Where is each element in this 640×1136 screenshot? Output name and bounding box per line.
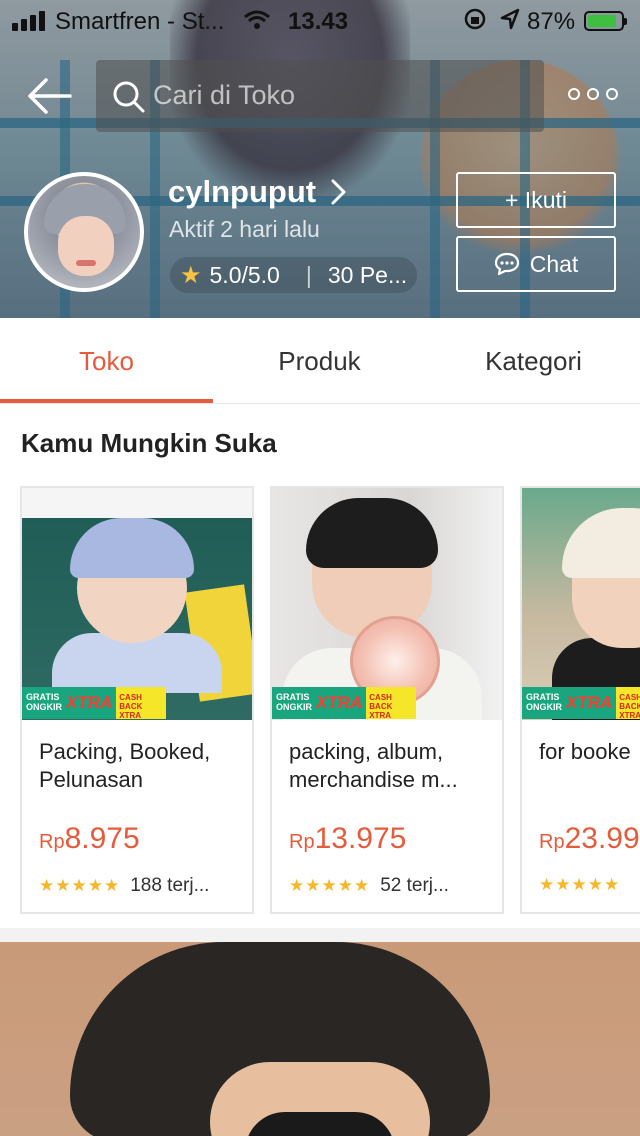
shop-search-bar[interactable]: Cari di Toko — [96, 60, 544, 132]
follow-button[interactable]: + Ikuti — [456, 172, 616, 228]
product-name: packing, album, merchandise m... — [289, 739, 458, 792]
rating-stars: ★★★★★ — [539, 875, 621, 894]
product-carousel[interactable]: GRATIS ONGKIR XTRA CASH BACK XTRA Packin… — [20, 486, 640, 916]
follow-label: + Ikuti — [504, 186, 567, 213]
product-name: for booke — [539, 739, 631, 764]
product-price: Rp8.975 — [39, 822, 140, 855]
product-price: Rp13.975 — [289, 822, 407, 855]
product-count: 30 Pe... — [327, 261, 408, 288]
rating-value: 5.0/5.0 — [209, 261, 280, 288]
wifi-icon — [244, 9, 270, 37]
signal-icon — [12, 11, 45, 31]
product-card[interactable]: GRATIS ONGKIR XTRA CASH BACK XTRA for bo… — [520, 486, 640, 914]
active-tab-indicator — [0, 399, 213, 403]
product-image — [22, 488, 252, 720]
sold-count: 188 terj... — [130, 875, 210, 896]
more-options-button[interactable] — [568, 88, 618, 100]
battery-percent: 87% — [527, 8, 576, 35]
product-rating-row: ★★★★★ 188 terj... — [39, 875, 209, 897]
shop-avatar[interactable] — [24, 172, 144, 292]
location-icon — [500, 8, 520, 37]
chat-icon — [494, 252, 519, 276]
product-price: Rp23.99 — [539, 822, 640, 855]
divider: | — [305, 261, 312, 288]
product-name: Packing, Booked, Pelunasan — [39, 739, 211, 792]
section-divider — [0, 928, 640, 942]
tab-kategori[interactable]: Kategori — [427, 318, 640, 404]
search-icon — [113, 81, 145, 113]
product-rating-row: ★★★★★ — [539, 875, 630, 895]
rating-stars: ★★★★★ — [39, 876, 121, 895]
status-bar: Smartfren - St... 13.43 87% — [0, 0, 640, 40]
back-button[interactable] — [26, 76, 74, 116]
shop-name-link[interactable]: cylnpuput — [168, 174, 348, 210]
clock: 13.43 — [288, 8, 349, 35]
free-shipping-badge: GRATIS ONGKIR XTRA CASH BACK XTRA — [272, 687, 417, 720]
more-icon — [568, 88, 580, 100]
section-title: Kamu Mungkin Suka — [21, 428, 277, 458]
shop-tabs: Toko Produk Kategori — [0, 318, 640, 404]
product-image — [272, 488, 502, 720]
shop-banner-image[interactable] — [0, 942, 640, 1136]
last-active-text: Aktif 2 hari lalu — [169, 216, 320, 242]
chevron-right-icon — [331, 179, 346, 205]
shop-rating: ★ 5.0/5.0 | 30 Pe... — [170, 257, 418, 293]
free-shipping-badge: GRATIS ONGKIR XTRA CASH BACK XTRA — [522, 687, 640, 720]
tab-toko[interactable]: Toko — [0, 318, 213, 404]
product-card[interactable]: GRATIS ONGKIR XTRA CASH BACK XTRA packin… — [270, 486, 504, 914]
chat-label: Chat — [529, 250, 579, 277]
battery-icon — [584, 11, 627, 31]
chat-button[interactable]: Chat — [456, 236, 616, 292]
back-arrow-icon — [28, 78, 72, 114]
product-card[interactable]: GRATIS ONGKIR XTRA CASH BACK XTRA Packin… — [20, 486, 254, 914]
product-image — [522, 488, 640, 720]
tab-produk[interactable]: Produk — [213, 318, 426, 404]
rotation-lock-icon — [464, 8, 486, 37]
search-placeholder: Cari di Toko — [153, 80, 296, 110]
shop-name: cylnpuput — [168, 174, 317, 209]
star-icon: ★ — [180, 261, 202, 289]
sold-count: 52 terj... — [380, 875, 449, 896]
free-shipping-badge: GRATIS ONGKIR XTRA CASH BACK XTRA — [22, 687, 167, 720]
product-rating-row: ★★★★★ 52 terj... — [289, 875, 449, 897]
carrier-name: Smartfren - St... — [55, 8, 225, 35]
rating-stars: ★★★★★ — [289, 876, 371, 895]
